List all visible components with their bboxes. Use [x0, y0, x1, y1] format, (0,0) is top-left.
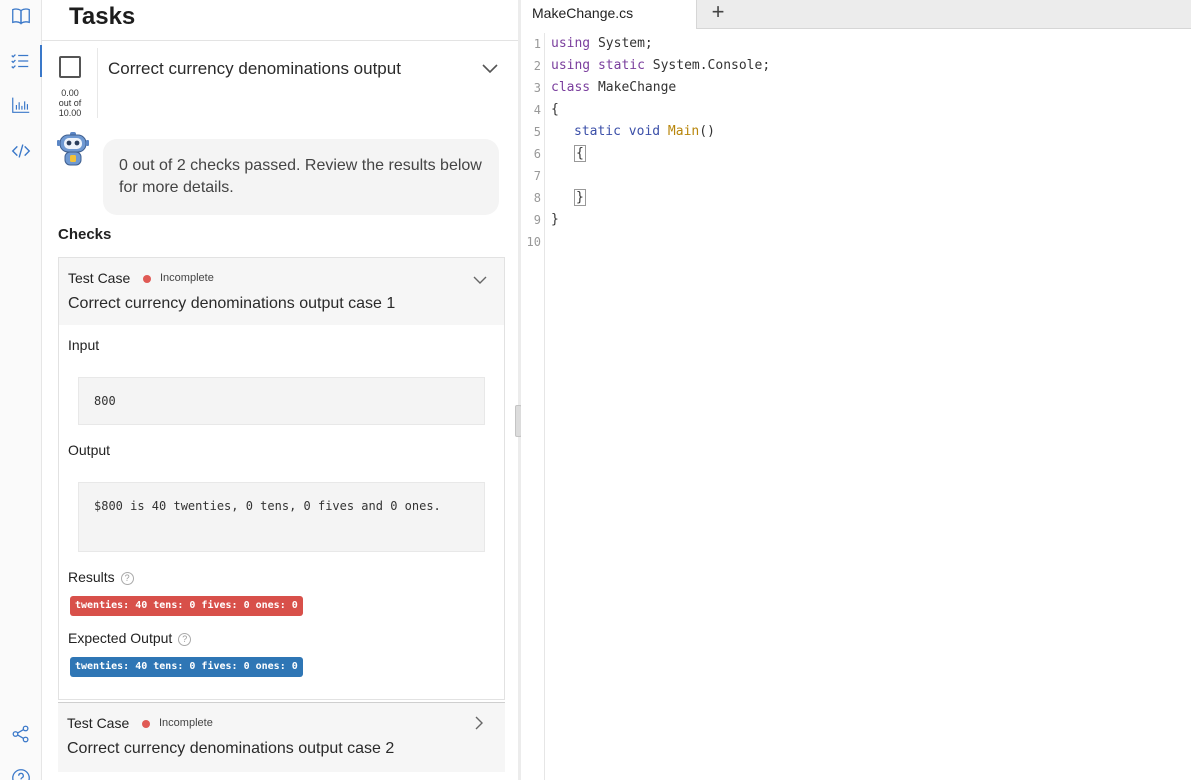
new-tab-button[interactable]: +	[707, 0, 729, 24]
line-number: 10	[526, 235, 541, 249]
task-checkbox[interactable]	[59, 56, 81, 78]
task-score: 0.00 out of 10.00	[54, 88, 86, 118]
score-value: 0.00	[61, 88, 79, 98]
book-icon[interactable]	[0, 0, 42, 32]
code-text: System.Console;	[644, 58, 771, 73]
tasks-panel: Tasks 0.00 out of 10.00 Correct currency…	[42, 0, 518, 780]
line-number: 4	[533, 103, 541, 117]
results-badge: twenties: 40 tens: 0 fives: 0 ones: 0	[70, 596, 303, 616]
status-badge: Incomplete	[159, 717, 213, 729]
score-out-of: out of	[58, 98, 82, 108]
test-case-1: Test Case Incomplete Correct currency de…	[58, 257, 505, 700]
feedback-bubble: 0 out of 2 checks passed. Review the res…	[103, 139, 499, 215]
code-keyword: void	[620, 124, 661, 139]
status-badge: Incomplete	[160, 272, 214, 284]
code-line-8[interactable]: }	[574, 189, 586, 206]
tasks-header: Tasks	[42, 0, 518, 41]
task-row[interactable]: 0.00 out of 10.00 Correct currency denom…	[42, 41, 518, 121]
chevron-right-icon[interactable]	[471, 715, 487, 731]
status-dot-icon	[143, 275, 151, 283]
share-icon[interactable]	[0, 718, 42, 750]
chevron-down-icon[interactable]	[472, 272, 488, 288]
line-number: 3	[533, 81, 541, 95]
task-divider	[97, 48, 98, 118]
test-case-name: Correct currency denominations output ca…	[68, 295, 396, 312]
checks-heading: Checks	[58, 226, 112, 243]
task-list-icon[interactable]	[0, 45, 42, 77]
code-editor: MakeChange.cs + 1 2 3 4 5 6 7 8 9 10 usi…	[521, 0, 1191, 780]
results-label: Results	[68, 569, 115, 585]
input-value: 800	[78, 377, 485, 425]
robot-avatar-icon	[57, 132, 89, 166]
code-keyword: using	[551, 58, 591, 73]
matched-brace: }	[574, 189, 586, 206]
expected-label-row: Expected Output?	[68, 630, 192, 646]
code-line-6[interactable]: {	[574, 145, 586, 162]
test-case-2[interactable]: Test Case Incomplete Correct currency de…	[58, 702, 505, 772]
code-line-1[interactable]: using System;	[551, 36, 653, 51]
code-keyword: class	[551, 80, 591, 95]
code-function: Main	[660, 124, 700, 139]
icon-rail	[0, 0, 42, 780]
chevron-down-icon[interactable]	[481, 59, 499, 77]
tab-makechange[interactable]: MakeChange.cs	[521, 0, 697, 29]
page-title: Tasks	[69, 3, 136, 30]
expected-output-badge: twenties: 40 tens: 0 fives: 0 ones: 0	[70, 657, 303, 677]
help-circle-icon[interactable]: ?	[120, 572, 134, 585]
matched-brace: {	[574, 145, 586, 162]
line-number: 9	[533, 213, 541, 227]
test-case-name: Correct currency denominations output ca…	[67, 740, 395, 757]
code-text: MakeChange	[590, 80, 677, 95]
line-number: 6	[533, 147, 541, 161]
results-label-row: Results?	[68, 569, 134, 585]
line-number: 2	[533, 59, 541, 73]
code-text: System;	[590, 36, 653, 51]
expected-output-label: Expected Output	[68, 630, 173, 646]
app-root: Tasks 0.00 out of 10.00 Correct currency…	[0, 0, 1191, 780]
code-line-4[interactable]: {	[551, 102, 559, 117]
line-number: 1	[533, 37, 541, 51]
bar-chart-icon[interactable]	[0, 89, 42, 121]
test-case-type: Test Case	[68, 270, 131, 286]
test-case-header[interactable]: Test Case Incomplete Correct currency de…	[59, 258, 504, 325]
tab-label: MakeChange.cs	[532, 5, 634, 21]
code-line-3[interactable]: class MakeChange	[551, 80, 676, 95]
score-max: 10.00	[58, 108, 82, 118]
help-icon[interactable]	[0, 762, 42, 780]
code-line-2[interactable]: using static System.Console;	[551, 58, 770, 73]
code-line-9[interactable]: }	[551, 212, 559, 227]
input-label: Input	[68, 337, 100, 353]
line-number: 8	[533, 191, 541, 205]
code-line-5[interactable]: static void Main()	[574, 124, 715, 139]
task-name: Correct currency denominations output	[108, 59, 401, 78]
status-dot-icon	[142, 720, 150, 728]
code-text: ()	[699, 124, 715, 139]
line-number-gutter: 1 2 3 4 5 6 7 8 9 10	[521, 33, 545, 780]
code-keyword: static	[574, 124, 621, 139]
editor-tab-bar: MakeChange.cs +	[521, 0, 1191, 29]
code-icon[interactable]	[0, 135, 42, 167]
test-case-type: Test Case	[67, 715, 130, 731]
help-circle-icon[interactable]: ?	[178, 633, 192, 646]
code-keyword: using	[551, 36, 591, 51]
output-label: Output	[68, 442, 111, 458]
line-number: 7	[533, 169, 541, 183]
code-keyword: static	[590, 58, 645, 73]
line-number: 5	[533, 125, 541, 139]
output-value: $800 is 40 twenties, 0 tens, 0 fives and…	[78, 482, 485, 552]
